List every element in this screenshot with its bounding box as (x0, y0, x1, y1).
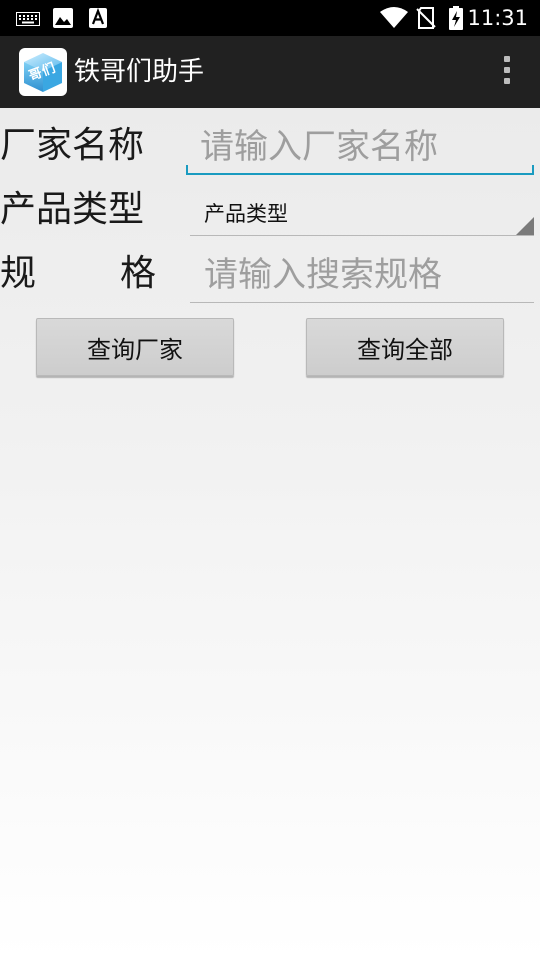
manufacturer-input[interactable] (186, 122, 534, 172)
spec-input[interactable] (190, 250, 534, 300)
product-type-selected: 产品类型 (204, 202, 288, 226)
status-bar: 11:31 (0, 0, 540, 36)
product-type-label: 产品类型 (0, 189, 145, 230)
action-bar: 哥们 铁哥们助手 (0, 36, 540, 108)
product-type-spinner[interactable]: 产品类型 (190, 190, 534, 236)
font-download-icon (89, 7, 107, 32)
manufacturer-input-underline-right-tick (532, 165, 534, 173)
dropdown-arrow-icon (516, 217, 534, 235)
spec-label-left: 规 (0, 253, 37, 294)
spec-input-underline (190, 302, 534, 303)
spec-label-right: 格 (119, 253, 156, 294)
query-all-button[interactable]: 查询全部 (306, 318, 504, 376)
battery-charging-icon (448, 6, 464, 34)
overflow-menu-icon[interactable] (502, 56, 512, 90)
app-title: 铁哥们助手 (74, 57, 205, 87)
keyboard-icon (16, 11, 40, 30)
manufacturer-label: 厂家名称 (0, 125, 145, 166)
manufacturer-input-underline-left-tick (186, 165, 188, 173)
query-manufacturer-button[interactable]: 查询厂家 (36, 318, 234, 376)
wifi-icon (380, 6, 408, 32)
no-sim-icon (416, 7, 436, 33)
spec-label: 规 格 (0, 252, 156, 296)
app-logo-icon[interactable]: 哥们 (19, 48, 67, 96)
manufacturer-input-underline (186, 173, 534, 175)
status-clock: 11:31 (467, 6, 528, 30)
image-icon (53, 8, 73, 32)
